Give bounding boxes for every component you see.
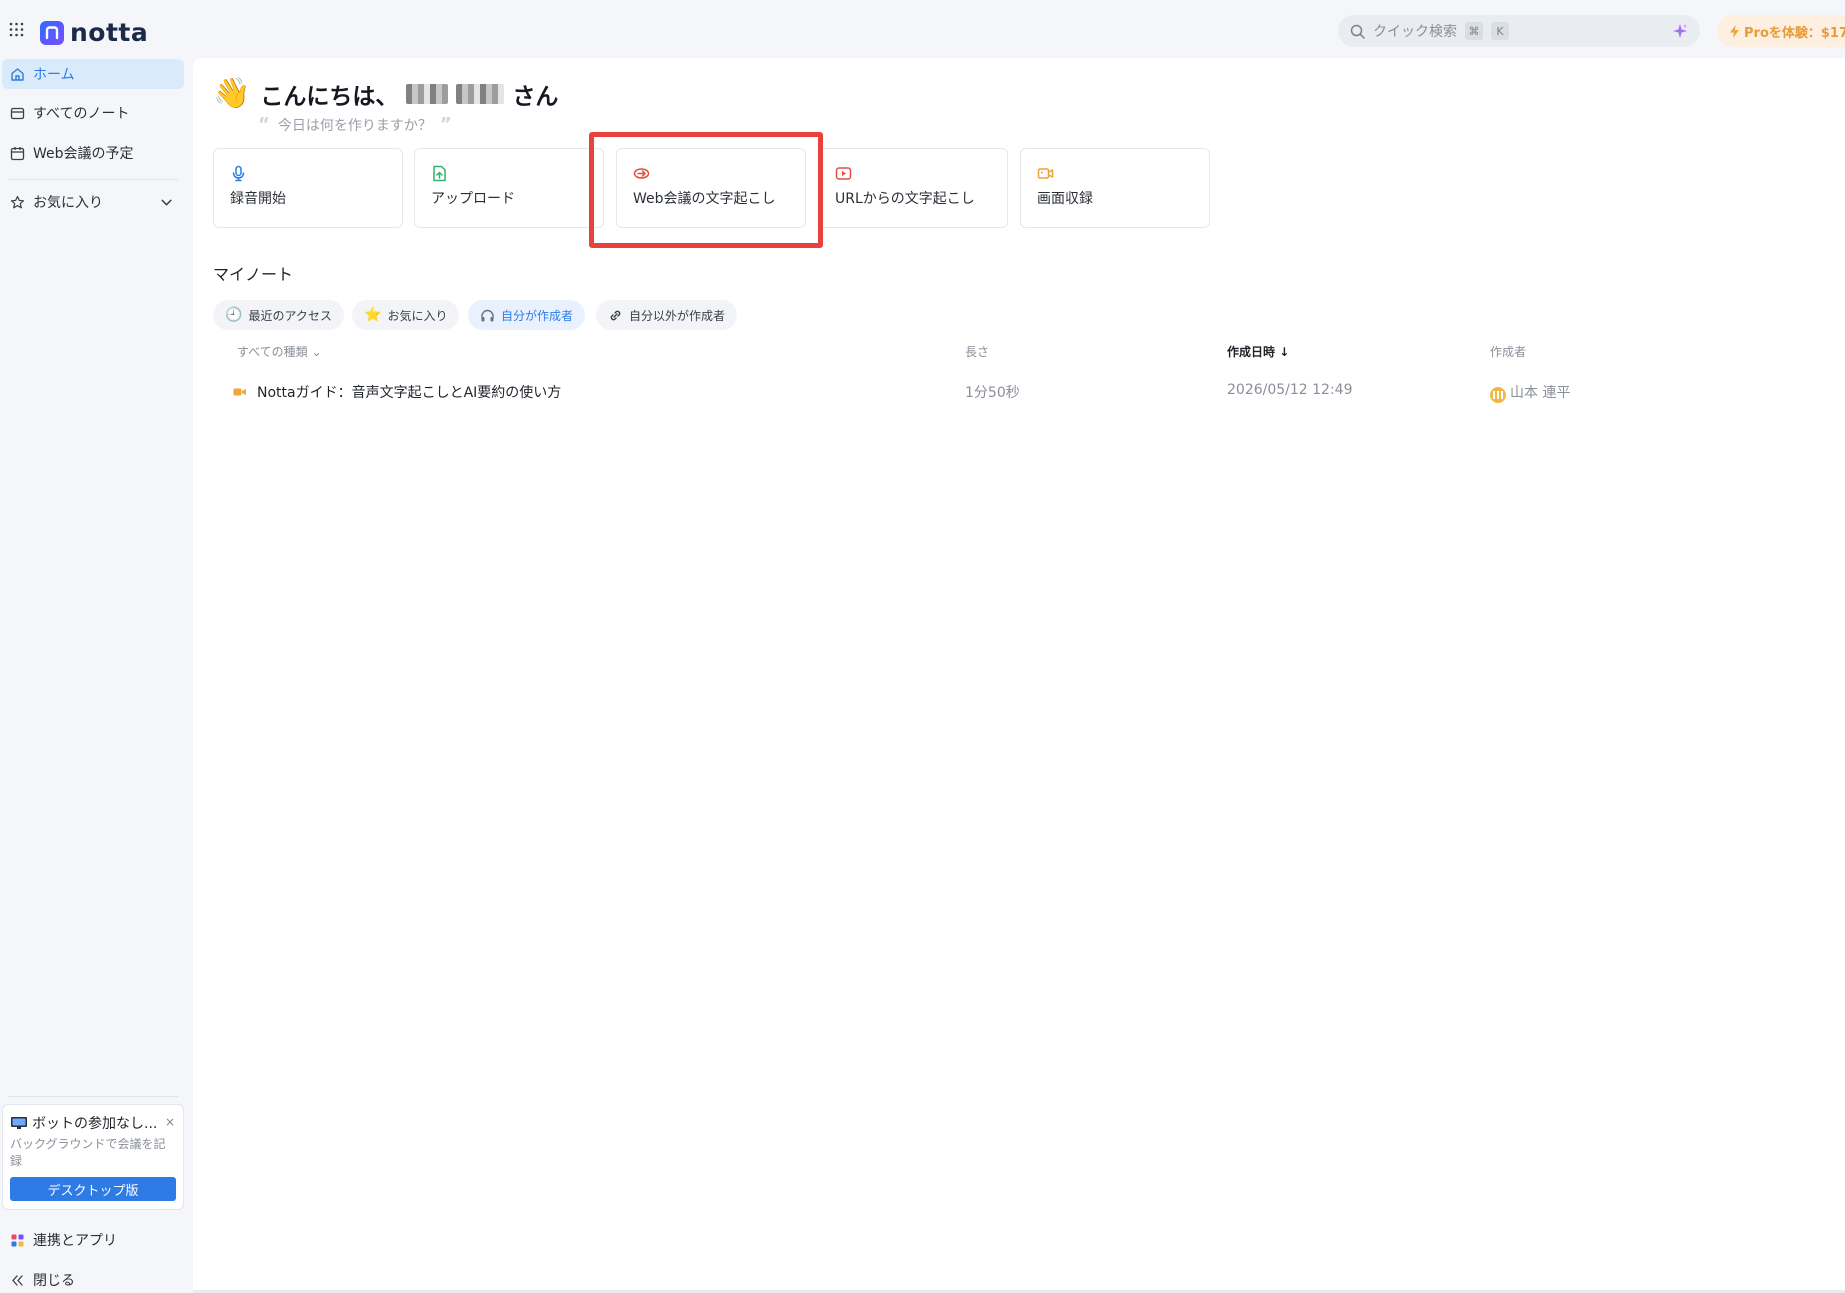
promo-title-text: ボットの参加なし... (32, 1116, 158, 1132)
sidebar-divider (8, 1096, 178, 1097)
upload-card[interactable]: アップロード (414, 148, 604, 228)
link-icon (610, 310, 621, 320)
avatar (1490, 387, 1506, 403)
blurred-user-name (456, 83, 505, 104)
monitor-icon (11, 1117, 27, 1129)
sidebar-item-integrations[interactable]: 連携とアプリ (2, 1225, 184, 1255)
star-icon (10, 195, 25, 208)
blurred-user-name (406, 83, 449, 104)
sidebar-divider (8, 179, 178, 180)
try-pro-button[interactable]: Proを体験：$17 (1717, 15, 1845, 47)
my-notes-title: マイノート (213, 265, 294, 284)
promo-title: ボットの参加なし... (10, 1113, 160, 1133)
close-icon[interactable]: × (165, 1115, 175, 1129)
chip-label: お気に入り (387, 308, 448, 323)
filter-chip-created-by-others[interactable]: 自分以外が作成者 (596, 300, 738, 330)
chip-label: 自分以外が作成者 (629, 308, 726, 323)
notta-logo[interactable]: notta (40, 18, 148, 47)
search-icon (1350, 24, 1365, 39)
sidebar-item-label: 連携とアプリ (33, 1233, 117, 1249)
upload-icon (433, 165, 446, 182)
greeting-subtitle: “ 今日は何を作りますか？ ” (258, 114, 452, 135)
open-quote-icon: “ (258, 114, 270, 135)
greeting: 👋 こんにちは、 さん (213, 76, 558, 111)
sidebar-item-all-notes[interactable]: すべてのノート (2, 98, 184, 128)
apps-icon (11, 1234, 24, 1246)
video-icon (233, 388, 246, 396)
card-label: 画面収録 (1037, 191, 1093, 207)
try-pro-label: Proを体験：$17 (1744, 25, 1845, 41)
sidebar: ホーム すべてのノート Web会議の予定 お気に入り ボットの参加なし... ×… (0, 58, 190, 1293)
start-recording-card[interactable]: 録音開始 (213, 148, 403, 228)
sidebar-item-label: ホーム (33, 67, 75, 83)
type-filter-dropdown[interactable]: すべての種類 ⌄ (237, 343, 322, 360)
column-header-type: すべての種類 (237, 345, 308, 359)
chevron-down-icon[interactable] (159, 195, 174, 210)
chip-label: 最近のアクセス (248, 308, 332, 323)
headphones-icon (481, 309, 494, 321)
table-row[interactable]: Nottaガイド：音声文字起こしとAI要約の使い方 (233, 382, 561, 402)
youtube-icon (835, 167, 852, 180)
url-transcription-card[interactable]: URLからの文字起こし (818, 148, 1008, 228)
note-title: Nottaガイド：音声文字起こしとAI要約の使い方 (257, 385, 562, 401)
brand-name: notta (70, 18, 149, 47)
sidebar-item-home[interactable]: ホーム (2, 59, 184, 89)
sidebar-item-label: 閉じる (33, 1273, 75, 1289)
column-header-length[interactable]: 長さ (965, 343, 989, 360)
app-grid-icon[interactable] (9, 22, 24, 37)
mic-icon (232, 165, 245, 182)
main-content: 👋 こんにちは、 さん “ 今日は何を作りますか？ ” 録音開始 アップロード … (193, 58, 1845, 1290)
folder-icon (10, 107, 25, 119)
calendar-icon (10, 146, 25, 160)
desktop-app-button[interactable]: デスクトップ版 (10, 1177, 176, 1201)
lightning-icon (1730, 24, 1739, 38)
filter-chip-recent[interactable]: 🕘 最近のアクセス (213, 300, 344, 330)
subtitle-text: 今日は何を作りますか？ (277, 117, 432, 134)
sidebar-item-label: Web会議の予定 (33, 146, 134, 162)
note-created-date: 2026/05/12 12:49 (1227, 382, 1353, 398)
card-label: 録音開始 (230, 191, 286, 207)
sidebar-item-favorites[interactable]: お気に入り (2, 187, 184, 217)
chip-label: 自分が作成者 (501, 308, 574, 323)
card-label: アップロード (431, 191, 515, 207)
top-bar: notta クイック検索 ⌘ K Proを体験：$17 (0, 0, 1845, 60)
filter-chip-created-by-me[interactable]: 自分が作成者 (468, 300, 586, 330)
author-name: 山本 連平 (1510, 385, 1571, 401)
sidebar-collapse-button[interactable]: 閉じる (2, 1265, 184, 1293)
star-icon: ⭐ (364, 307, 382, 323)
double-chevron-left-icon (12, 1274, 23, 1286)
home-icon (11, 67, 24, 81)
sidebar-item-label: お気に入り (33, 195, 103, 211)
waving-hand-icon: 👋 (213, 76, 251, 111)
column-header-author[interactable]: 作成者 (1490, 343, 1526, 360)
greeting-suffix: さん (512, 83, 559, 110)
clock-icon: 🕘 (225, 307, 243, 323)
greeting-title: こんにちは、 さん (260, 77, 558, 111)
chevron-down-icon: ⌄ (311, 345, 322, 359)
greeting-prefix: こんにちは、 (260, 83, 399, 110)
close-quote-icon: ” (439, 114, 452, 135)
note-author: 山本 連平 (1490, 382, 1570, 403)
column-header-created-label: 作成日時 (1227, 345, 1276, 359)
desktop-app-promo: ボットの参加なし... × バックグラウンドで会議を記録 デスクトップ版 (2, 1104, 184, 1210)
shortcut-cmd-key: ⌘ (1465, 22, 1483, 40)
filter-chip-favorites[interactable]: ⭐ お気に入り (352, 300, 460, 330)
column-header-created[interactable]: 作成日時 ↓ (1227, 343, 1289, 360)
sidebar-item-meeting-schedule[interactable]: Web会議の予定 (2, 138, 184, 168)
sidebar-item-label: すべてのノート (33, 106, 130, 122)
shortcut-k-key: K (1491, 22, 1509, 40)
notta-logo-icon (40, 20, 64, 45)
search-placeholder: クイック検索 (1373, 24, 1457, 40)
card-label: URLからの文字起こし (835, 191, 975, 207)
note-length: 1分50秒 (965, 385, 1020, 401)
highlight-box (589, 132, 823, 248)
screen-record-icon (1037, 168, 1054, 179)
screen-record-card[interactable]: 画面収録 (1020, 148, 1210, 228)
sort-arrow-down-icon: ↓ (1279, 345, 1290, 359)
promo-description: バックグラウンドで会議を記録 (10, 1137, 166, 1168)
ai-sparkle-icon[interactable] (1672, 23, 1688, 39)
quick-search-input[interactable]: クイック検索 ⌘ K (1338, 15, 1700, 47)
